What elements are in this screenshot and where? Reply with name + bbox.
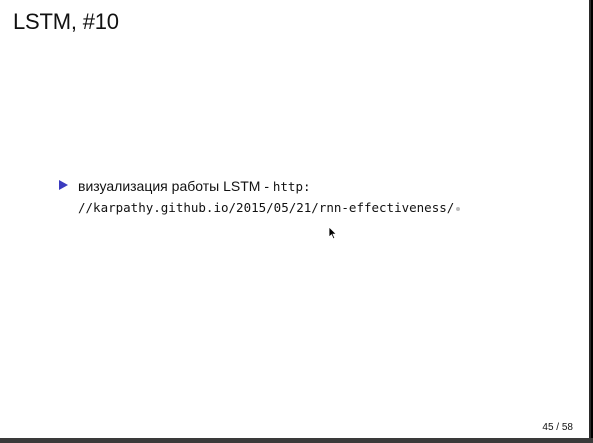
link-marker-icon [456,206,461,211]
link-url-part2[interactable]: //karpathy.github.io/2015/05/21/rnn-effe… [78,200,454,215]
link-url-part1[interactable]: http: [273,179,311,194]
bullet-item: визуализация работы LSTM - http: //karpa… [59,176,559,219]
page-number: 45 / 58 [542,422,573,433]
bullet-description: визуализация работы LSTM - [78,178,273,194]
mouse-cursor-icon [328,226,338,240]
slide: LSTM, #10 визуализация работы LSTM - htt… [0,0,591,438]
slide-title: LSTM, #10 [13,9,119,34]
bullet-text: визуализация работы LSTM - http: //karpa… [78,176,559,219]
bottom-bar [0,438,593,443]
triangle-bullet-icon [59,180,68,190]
